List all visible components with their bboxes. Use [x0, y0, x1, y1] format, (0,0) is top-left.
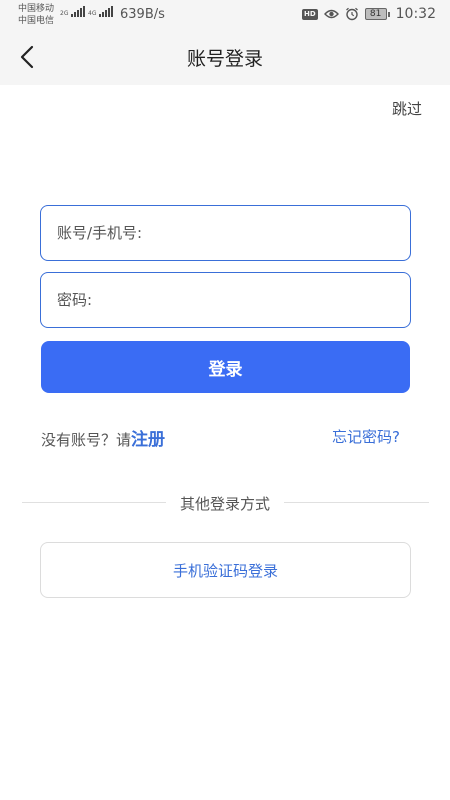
status-bar: 中国移动 中国电信 2G 4G 639B/s HD 81 10:32 [0, 0, 450, 30]
register-link[interactable]: 注册 [131, 425, 165, 450]
login-button[interactable]: 登录 [41, 341, 410, 393]
hd-icon: HD [301, 8, 318, 20]
other-login-heading: 其他登录方式 [0, 493, 450, 514]
page-title: 账号登录 [186, 48, 263, 70]
forgot-password-link[interactable]: 忘记密码? [332, 426, 400, 447]
signal-icon: 4G [88, 6, 114, 17]
battery-icon: 81 [364, 8, 390, 20]
alarm-icon [345, 7, 358, 21]
eye-icon [323, 9, 339, 19]
account-input[interactable] [41, 206, 410, 260]
status-icons: HD 81 10:32 [301, 6, 436, 22]
other-login-label: 其他登录方式 [165, 495, 284, 513]
skip-button[interactable]: 跳过 [392, 98, 422, 119]
network-type-2: 4G [88, 10, 97, 17]
carrier-2: 中国电信 [18, 16, 55, 26]
register-prompt: 没有账号？请 注册 [41, 425, 165, 450]
network-type-1: 2G [60, 10, 69, 17]
network-speed: 639B/s [120, 7, 165, 22]
battery-level: 81 [364, 8, 387, 20]
no-account-text: 没有账号？请 [41, 431, 132, 449]
password-field[interactable] [40, 272, 411, 328]
carrier-info: 中国移动 中国电信 [18, 3, 54, 27]
clock: 10:32 [395, 6, 436, 22]
sms-login-button[interactable]: 手机验证码登录 [40, 542, 411, 598]
signal-icon: 2G [60, 6, 86, 17]
carrier-1: 中国移动 [18, 4, 55, 14]
nav-bar: 账号登录 [0, 30, 450, 85]
password-input[interactable] [41, 273, 410, 327]
account-field[interactable] [40, 205, 411, 261]
